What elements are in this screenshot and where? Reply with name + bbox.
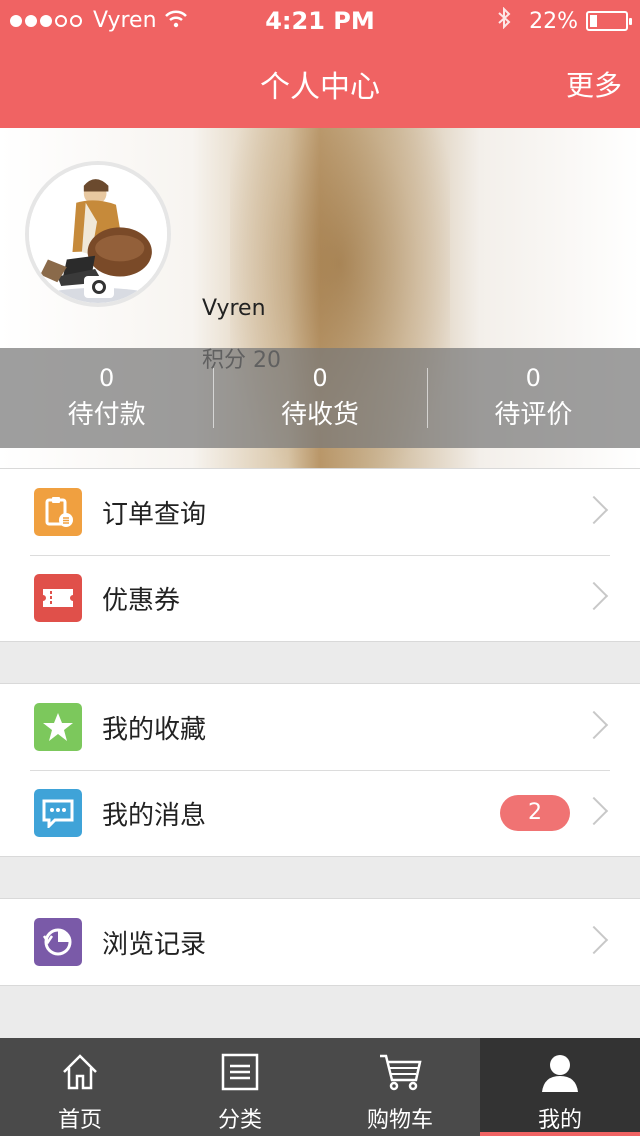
tab-label: 首页: [57, 1108, 102, 1133]
username: Vyren: [202, 296, 266, 321]
tab-mine[interactable]: 我的: [480, 1038, 640, 1136]
menu-label: 优惠券: [102, 585, 181, 616]
page-title: 个人中心: [260, 70, 380, 105]
tab-cart[interactable]: 购物车: [320, 1038, 480, 1136]
chevron-right-icon: [579, 796, 609, 826]
user-icon: [480, 1046, 640, 1098]
menu-label: 浏览记录: [102, 929, 207, 960]
menu-item-messages[interactable]: 我的消息 2: [0, 770, 640, 856]
history-icon: [34, 918, 82, 966]
clipboard-icon: [34, 488, 82, 536]
menu-group-personal: 我的收藏 我的消息 2: [0, 683, 640, 857]
profile-section: Vyren 积分 20 0 待付款 0 待收货 0 待评价: [0, 128, 640, 468]
ticket-icon: [34, 574, 82, 622]
menu-item-order-query[interactable]: 订单查询: [0, 469, 640, 555]
stat-count: 0: [312, 364, 328, 392]
stat-label: 待付款: [67, 400, 146, 430]
menu-label: 我的收藏: [102, 714, 207, 745]
battery-percent: 22%: [529, 8, 578, 34]
chevron-right-icon: [579, 925, 609, 955]
menu-group-history: 浏览记录: [0, 898, 640, 986]
stat-count: 0: [99, 364, 115, 392]
stat-pending-payment[interactable]: 0 待付款: [0, 348, 213, 448]
message-icon: [34, 789, 82, 837]
top-header: Vyren 4:21 PM 22% 个人中心 更多: [0, 0, 640, 128]
tab-label: 分类: [217, 1108, 262, 1133]
chevron-right-icon: [579, 710, 609, 740]
menu-label: 订单查询: [102, 499, 207, 530]
stat-label: 待评价: [494, 400, 573, 430]
bluetooth-icon: [497, 6, 511, 35]
stat-label: 待收货: [280, 400, 359, 430]
stat-pending-delivery[interactable]: 0 待收货: [213, 348, 426, 448]
camera-icon[interactable]: [84, 276, 114, 298]
tab-home[interactable]: 首页: [0, 1038, 160, 1136]
order-stats: 0 待付款 0 待收货 0 待评价: [0, 348, 640, 448]
menu-label: 我的消息: [102, 800, 207, 831]
chevron-right-icon: [579, 581, 609, 611]
battery-icon: [586, 11, 632, 31]
more-button[interactable]: 更多: [566, 64, 622, 104]
status-bar: Vyren 4:21 PM 22%: [0, 0, 640, 40]
menu-item-browse-history[interactable]: 浏览记录: [0, 899, 640, 985]
tab-category[interactable]: 分类: [160, 1038, 320, 1136]
tab-label: 我的: [537, 1108, 582, 1133]
stat-pending-review[interactable]: 0 待评价: [426, 348, 640, 448]
menu-item-coupons[interactable]: 优惠券: [0, 555, 640, 641]
cart-icon: [320, 1046, 480, 1098]
stat-count: 0: [525, 364, 541, 392]
star-icon: [34, 703, 82, 751]
home-icon: [0, 1046, 160, 1098]
unread-badge: 2: [500, 795, 570, 831]
tab-bar: 首页 分类 购物车 我的: [0, 1038, 640, 1136]
list-icon: [160, 1046, 320, 1098]
tab-label: 购物车: [366, 1108, 433, 1133]
chevron-right-icon: [579, 495, 609, 525]
menu-group-orders: 订单查询 优惠券: [0, 468, 640, 642]
menu-item-favorites[interactable]: 我的收藏: [0, 684, 640, 770]
